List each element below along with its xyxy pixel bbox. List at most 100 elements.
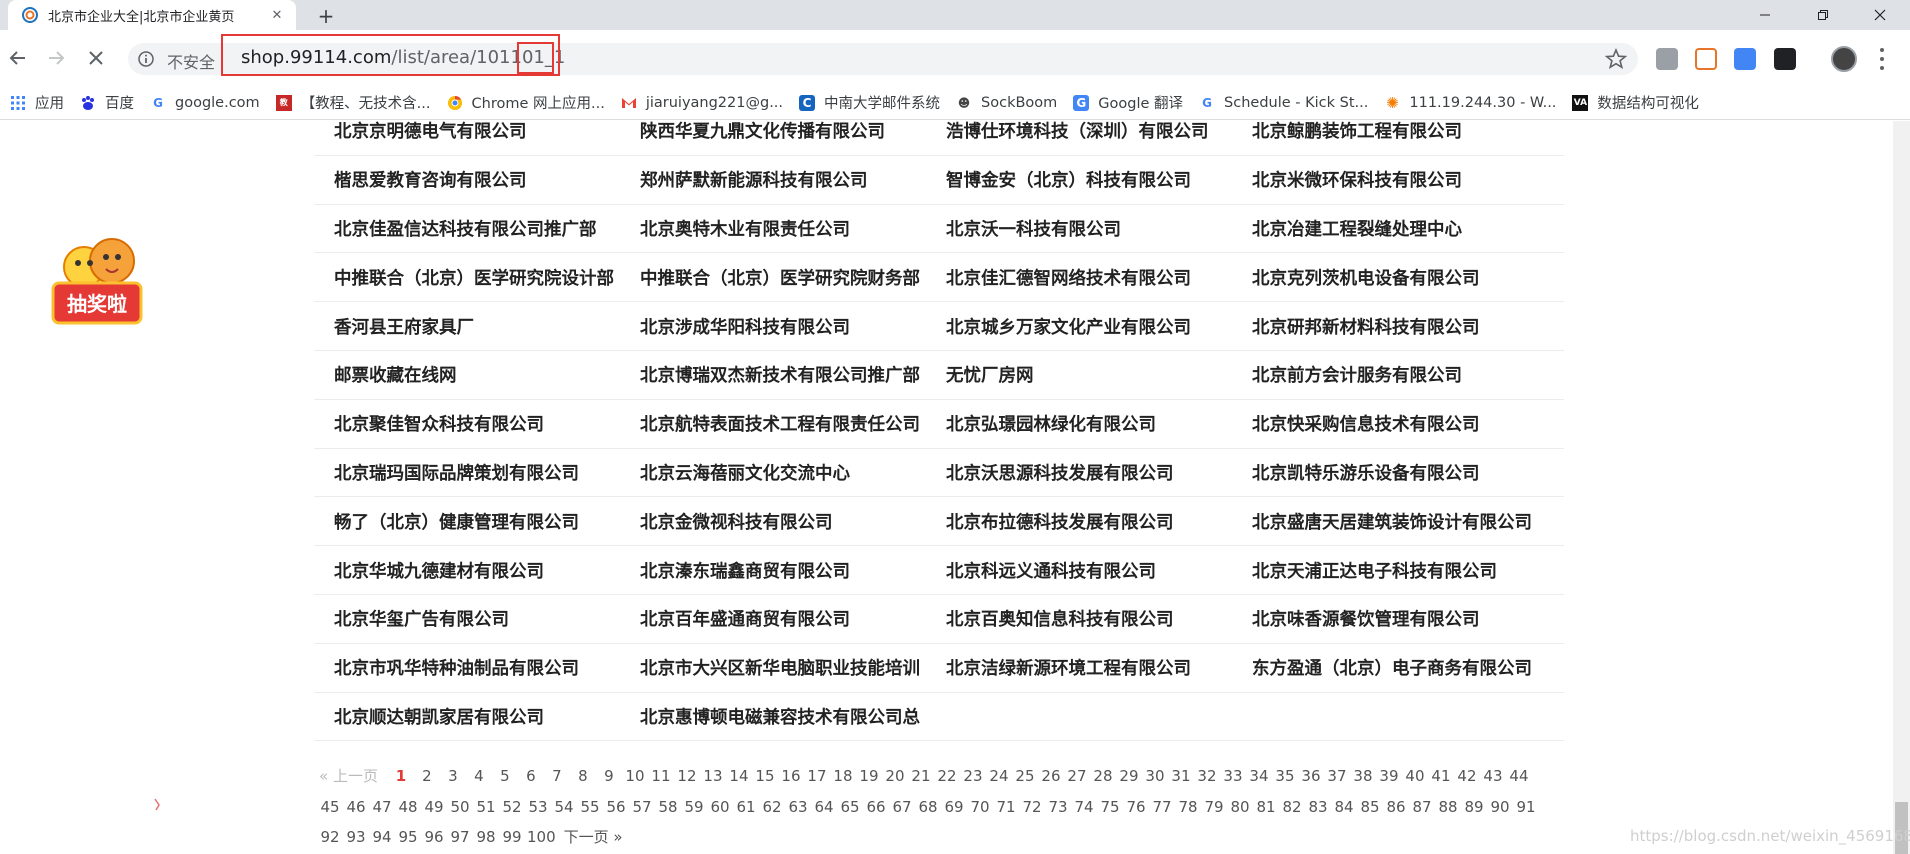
page-number-link[interactable]: 3 [440, 761, 466, 792]
bookmark-sockboom[interactable]: ☻ SockBoom [948, 89, 1065, 117]
company-link[interactable]: 香河县王府家具厂 [314, 314, 620, 339]
company-link[interactable]: 畅了（北京）健康管理有限公司 [314, 509, 620, 534]
company-link[interactable]: 郑州萨默新能源科技有限公司 [620, 167, 926, 192]
company-link[interactable]: 智博金安（北京）科技有限公司 [926, 167, 1232, 192]
company-link[interactable]: 陕西华夏九鼎文化传播有限公司 [620, 121, 926, 143]
company-link[interactable]: 北京凯特乐游乐设备有限公司 [1232, 460, 1538, 485]
company-link[interactable]: 北京鲸鹏装饰工程有限公司 [1232, 121, 1538, 143]
page-number-link[interactable]: 84 [1331, 792, 1357, 823]
page-number-link[interactable]: 96 [421, 822, 447, 853]
company-link[interactable]: 北京市巩华特种油制品有限公司 [314, 655, 620, 680]
page-number-link[interactable]: 85 [1357, 792, 1383, 823]
company-link[interactable]: 北京冶建工程裂缝处理中心 [1232, 216, 1538, 241]
bookmark-server[interactable]: ✺ 111.19.244.30 - W... [1376, 89, 1564, 117]
bookmark-baidu[interactable]: 百度 [72, 89, 142, 117]
company-link[interactable]: 浩博仕环境科技（深圳）有限公司 [926, 121, 1232, 143]
lottery-badge[interactable]: 抽奖啦 [50, 233, 144, 328]
page-number-link[interactable]: 2 [414, 761, 440, 792]
company-link[interactable]: 北京华玺广告有限公司 [314, 606, 620, 631]
page-number-link[interactable]: 100 [525, 822, 558, 853]
page-number-link[interactable]: 90 [1487, 792, 1513, 823]
page-number-link[interactable]: 36 [1298, 761, 1324, 792]
bookmark-google[interactable]: G google.com [142, 89, 268, 117]
page-number-link[interactable]: 48 [395, 792, 421, 823]
page-number-link[interactable]: 71 [993, 792, 1019, 823]
page-number-link[interactable]: 25 [1012, 761, 1038, 792]
page-number-link[interactable]: 77 [1149, 792, 1175, 823]
minimize-button[interactable] [1742, 0, 1788, 30]
page-number-link[interactable]: 10 [622, 761, 648, 792]
new-tab-button[interactable]: + [312, 4, 340, 28]
bookmark-visualgo[interactable]: VA 数据结构可视化 [1564, 89, 1707, 117]
page-number-link[interactable]: 83 [1305, 792, 1331, 823]
page-number-link[interactable]: 87 [1409, 792, 1435, 823]
extension-tampermonkey-icon[interactable] [1656, 48, 1678, 70]
company-link[interactable]: 北京涉成华阳科技有限公司 [620, 314, 926, 339]
stop-loading-button[interactable] [84, 46, 108, 70]
company-link[interactable]: 楷思爱教育咨询有限公司 [314, 167, 620, 192]
page-number-link[interactable]: 39 [1376, 761, 1402, 792]
page-number-link[interactable]: 22 [934, 761, 960, 792]
page-number-link[interactable]: 44 [1506, 761, 1532, 792]
page-number-link[interactable]: 15 [752, 761, 778, 792]
page-number-link[interactable]: 9 [596, 761, 622, 792]
page-number-link[interactable]: 27 [1064, 761, 1090, 792]
company-link[interactable]: 东方盈通（北京）电子商务有限公司 [1232, 655, 1538, 680]
company-link[interactable]: 北京弘璟园林绿化有限公司 [926, 411, 1232, 436]
company-link[interactable]: 北京前方会计服务有限公司 [1232, 362, 1538, 387]
page-number-link[interactable]: 53 [525, 792, 551, 823]
page-number-link[interactable]: 49 [421, 792, 447, 823]
company-link[interactable]: 北京城乡万家文化产业有限公司 [926, 314, 1232, 339]
page-number-link[interactable]: 92 [317, 822, 343, 853]
company-link[interactable]: 北京市大兴区新华电脑职业技能培训 [620, 655, 926, 680]
page-number-link[interactable]: 54 [551, 792, 577, 823]
bookmark-google-translate[interactable]: G Google 翻译 [1065, 89, 1191, 117]
company-link[interactable]: 北京惠博顿电磁兼容技术有限公司总 [620, 704, 926, 729]
page-number-link[interactable]: 51 [473, 792, 499, 823]
company-link[interactable]: 中推联合（北京）医学研究院财务部 [620, 265, 926, 290]
company-link[interactable]: 北京科远义通科技有限公司 [926, 558, 1232, 583]
company-link[interactable]: 北京快采购信息技术有限公司 [1232, 411, 1538, 436]
page-number-link[interactable]: 66 [863, 792, 889, 823]
bookmark-tutorial[interactable]: 教 【教程、无技术含... [268, 89, 439, 117]
page-number-link[interactable]: 73 [1045, 792, 1071, 823]
page-number-link[interactable]: 31 [1168, 761, 1194, 792]
page-number-link[interactable]: 1 [388, 761, 414, 792]
company-link[interactable]: 北京米微环保科技有限公司 [1232, 167, 1538, 192]
page-number-link[interactable]: 68 [915, 792, 941, 823]
company-link[interactable]: 北京佳汇德智网络技术有限公司 [926, 265, 1232, 290]
company-link[interactable]: 北京味香源餐饮管理有限公司 [1232, 606, 1538, 631]
page-number-link[interactable]: 37 [1324, 761, 1350, 792]
page-number-link[interactable]: 61 [733, 792, 759, 823]
page-number-link[interactable]: 4 [466, 761, 492, 792]
extension-translate-icon[interactable] [1734, 48, 1756, 70]
company-link[interactable]: 北京京明德电气有限公司 [314, 121, 620, 143]
company-link[interactable]: 北京盛唐天居建筑装饰设计有限公司 [1232, 509, 1538, 534]
chrome-menu-icon[interactable] [1878, 48, 1886, 70]
page-number-link[interactable]: 17 [804, 761, 830, 792]
company-link[interactable]: 北京航特表面技术工程有限责任公司 [620, 411, 926, 436]
company-link[interactable]: 北京奥特木业有限责任公司 [620, 216, 926, 241]
company-link[interactable]: 北京顺达朝凯家居有限公司 [314, 704, 620, 729]
page-number-link[interactable]: 60 [707, 792, 733, 823]
page-number-link[interactable]: 6 [518, 761, 544, 792]
company-link[interactable]: 北京克列茨机电设备有限公司 [1232, 265, 1538, 290]
page-number-link[interactable]: 91 [1513, 792, 1539, 823]
page-number-link[interactable]: 89 [1461, 792, 1487, 823]
page-number-link[interactable]: 21 [908, 761, 934, 792]
page-number-link[interactable]: 76 [1123, 792, 1149, 823]
company-link[interactable]: 中推联合（北京）医学研究院设计部 [314, 265, 620, 290]
page-number-link[interactable]: 70 [967, 792, 993, 823]
page-number-link[interactable]: 52 [499, 792, 525, 823]
profile-avatar[interactable] [1831, 46, 1857, 72]
info-icon[interactable] [138, 51, 154, 67]
scrollbar[interactable] [1893, 121, 1910, 854]
page-number-link[interactable]: 93 [343, 822, 369, 853]
page-number-link[interactable]: 58 [655, 792, 681, 823]
page-number-link[interactable]: 34 [1246, 761, 1272, 792]
insecure-label[interactable]: 不安全 [167, 49, 215, 73]
page-number-link[interactable]: 5 [492, 761, 518, 792]
page-number-link[interactable]: 8 [570, 761, 596, 792]
page-number-link[interactable]: 86 [1383, 792, 1409, 823]
page-number-link[interactable]: 7 [544, 761, 570, 792]
